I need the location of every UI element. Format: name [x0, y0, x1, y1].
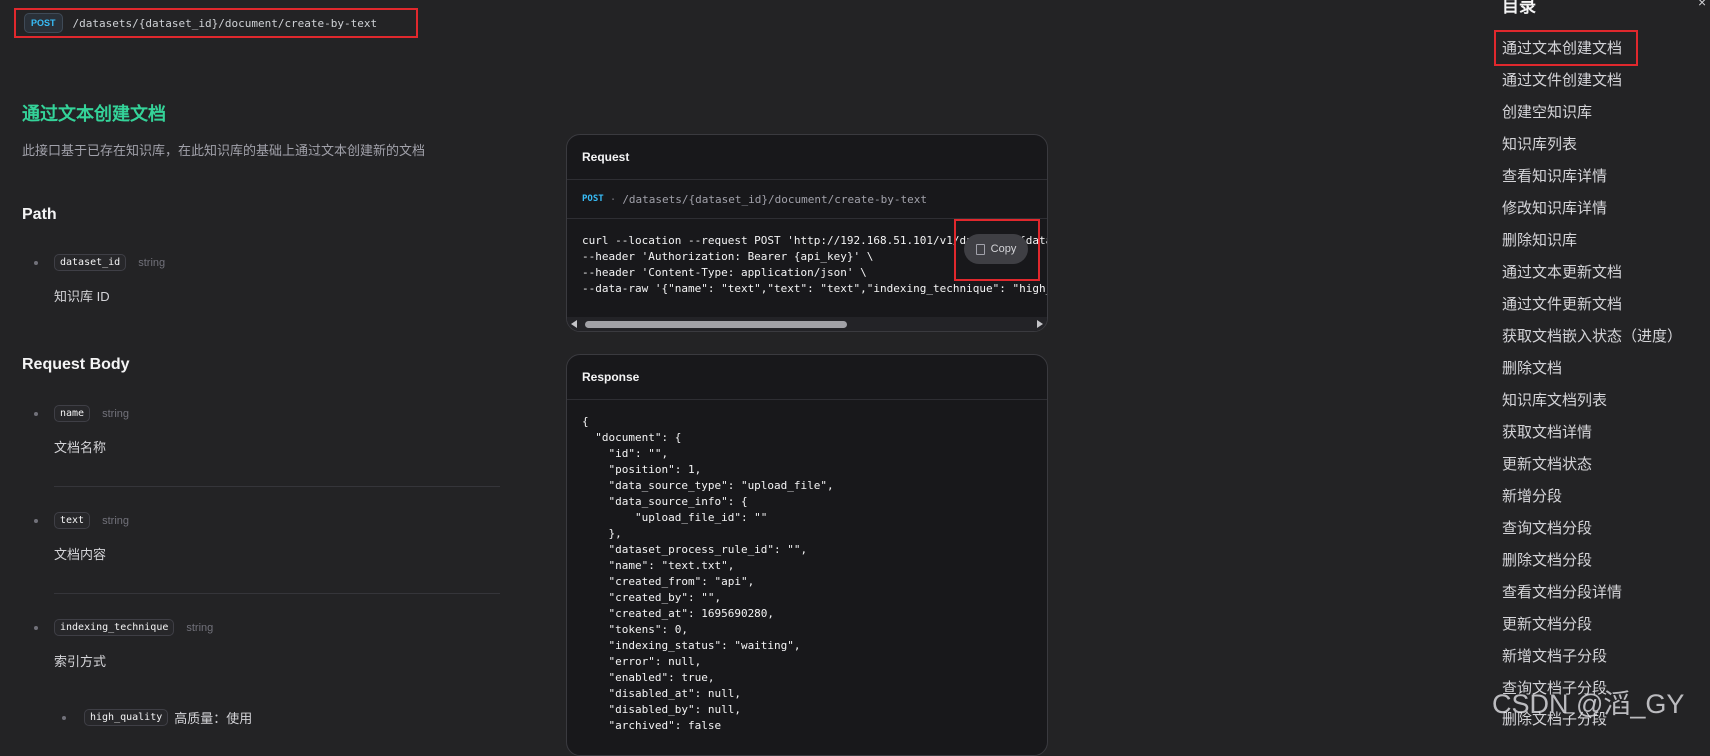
bullet-icon [34, 519, 38, 523]
request-panel-title: Request [567, 135, 1047, 180]
bullet-icon [34, 261, 38, 265]
toc-item[interactable]: 查看文档分段详情 [1502, 581, 1622, 602]
bullet-icon [34, 412, 38, 416]
request-path: /datasets/{dataset_id}/document/create-b… [622, 192, 927, 206]
path-heading: Path [22, 206, 57, 223]
response-code: { "document": { "id": "", "position": 1,… [582, 415, 834, 732]
clipboard-icon [975, 243, 985, 255]
toc-item[interactable]: 查询文档分段 [1502, 517, 1592, 538]
toc-item[interactable]: 更新文档分段 [1502, 613, 1592, 634]
param-type: string [138, 256, 166, 269]
toc-item[interactable]: 获取文档详情 [1502, 421, 1592, 442]
toc-item[interactable]: 获取文档嵌入状态（进度） [1502, 325, 1682, 346]
toc-item[interactable]: 创建空知识库 [1502, 101, 1592, 122]
toc-item[interactable]: 新增文档子分段 [1502, 645, 1607, 666]
endpoint-header: POST /datasets/{dataset_id}/document/cre… [14, 8, 418, 38]
response-panel: Response { "document": { "id": "", "posi… [566, 354, 1048, 756]
bullet-icon [62, 715, 66, 720]
request-method: POST [582, 194, 604, 204]
scrollbar-thumb[interactable] [585, 321, 847, 328]
toc-item[interactable]: 知识库列表 [1502, 133, 1577, 154]
param-desc: 文档名称 [54, 440, 107, 455]
toc-item[interactable]: 通过文本更新文档 [1502, 261, 1622, 282]
toc-item[interactable]: 知识库文档列表 [1502, 389, 1607, 410]
toc-item[interactable]: 删除文档 [1502, 357, 1562, 378]
toc-item[interactable]: 查看知识库详情 [1502, 165, 1607, 186]
toc-item[interactable]: 删除知识库 [1502, 229, 1577, 250]
param-desc: 知识库 ID [54, 289, 110, 304]
page-title: 通过文本创建文档 [22, 104, 166, 124]
toc-item[interactable]: 修改知识库详情 [1502, 197, 1607, 218]
toc-item[interactable]: 更新文档状态 [1502, 453, 1592, 474]
method-badge: POST [24, 13, 63, 33]
scroll-left-icon[interactable] [571, 320, 577, 328]
page-description: 此接口基于已存在知识库，在此知识库的基础上通过文本创建新的文档 [22, 143, 426, 158]
toc-item[interactable]: 通过文件创建文档 [1502, 69, 1622, 90]
param-type: string [186, 621, 214, 634]
param-name: indexing_technique [54, 619, 175, 636]
watermark: CSDN @滔_GY [1492, 689, 1685, 719]
copy-button[interactable]: Copy [964, 234, 1028, 264]
toc-item[interactable]: 通过文本创建文档 [1502, 37, 1622, 58]
param-type: string [102, 514, 129, 527]
copy-label: Copy [990, 243, 1017, 255]
toc-item[interactable]: 新增分段 [1502, 485, 1562, 506]
param-name: text [54, 512, 91, 529]
param-name: dataset_id [54, 254, 127, 271]
bullet-icon [34, 626, 38, 630]
response-panel-title: Response [567, 355, 1047, 400]
param-desc: 索引方式 [54, 654, 107, 669]
toc-title: 目录 [1502, 0, 1536, 16]
close-icon[interactable]: × [1698, 0, 1706, 10]
sub-param-high-quality: high_quality 高质量：使用 [62, 708, 252, 727]
param-name: name [54, 405, 91, 422]
toc-item[interactable]: 通过文件更新文档 [1502, 293, 1622, 314]
request-endpoint: POST · /datasets/{dataset_id}/document/c… [567, 180, 1047, 219]
horizontal-scrollbar[interactable] [567, 317, 1047, 331]
separator: · [609, 192, 617, 206]
request-body-heading: Request Body [22, 356, 130, 373]
param-type: string [102, 407, 129, 420]
toc-item[interactable]: 删除文档分段 [1502, 549, 1592, 570]
param-desc: 文档内容 [54, 547, 107, 562]
sub-param-desc: 高质量：使用 [174, 711, 253, 726]
divider [54, 593, 500, 594]
endpoint-path: /datasets/{dataset_id}/document/create-b… [72, 16, 378, 30]
scroll-right-icon[interactable] [1037, 320, 1043, 328]
sub-param-name: high_quality [84, 709, 169, 726]
divider [54, 486, 500, 487]
